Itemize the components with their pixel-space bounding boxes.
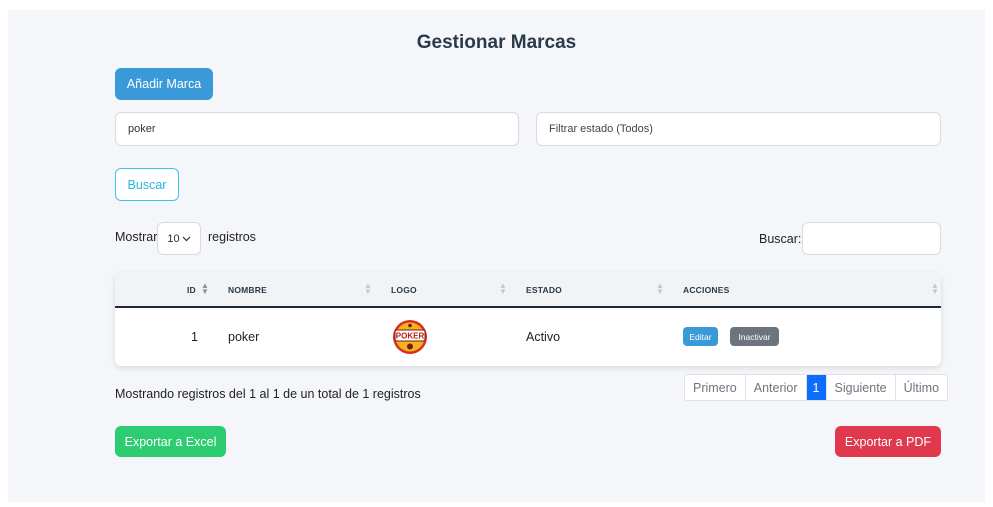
export-excel-button[interactable]: Exportar a Excel — [115, 426, 226, 457]
records-label: registros — [208, 230, 256, 244]
page-title: Gestionar Marcas — [416, 32, 577, 53]
page-length-select[interactable]: 10 — [157, 222, 201, 255]
status-filter-select[interactable]: Filtrar estado (Todos) — [536, 112, 941, 146]
cell-nombre: poker — [228, 330, 260, 344]
cell-estado: Activo — [526, 330, 561, 344]
brands-table: ID ▲ ▼ NOMBRE ▲ ▼ LOGO ▲ ▼ ESTADO ▲ ▼ ACCION… — [115, 272, 941, 366]
poker-logo-text: POKER — [396, 332, 425, 341]
sort-icon: ▲ ▼ — [656, 281, 664, 296]
main-panel: Gestionar Marcas Añadir Marca poker Filt… — [8, 10, 985, 502]
column-header-id[interactable]: ID — [187, 285, 196, 295]
sort-icon: ▲ ▼ — [499, 281, 507, 296]
table-search-label: Buscar: — [759, 232, 802, 246]
sort-asc-icon: ▲ ▼ — [201, 281, 209, 296]
page-length-value: 10 — [167, 232, 180, 245]
search-input[interactable]: poker — [115, 112, 519, 146]
poker-logo: POKER — [393, 320, 427, 354]
column-header-estado[interactable]: ESTADO — [526, 285, 562, 295]
sort-icon: ▲ ▼ — [364, 281, 372, 296]
page-first-button[interactable]: Primero — [685, 375, 746, 400]
edit-button[interactable]: Editar — [683, 327, 718, 346]
table-info: Mostrando registros del 1 al 1 de un tot… — [115, 387, 421, 401]
chevron-down-icon — [182, 236, 191, 241]
page-last-button[interactable]: Último — [896, 375, 947, 400]
show-label: Mostrar — [115, 230, 158, 244]
add-brand-button[interactable]: Añadir Marca — [115, 68, 213, 100]
column-header-logo[interactable]: LOGO — [391, 285, 417, 295]
buscar-button[interactable]: Buscar — [115, 168, 179, 201]
page-current-button[interactable]: 1 — [806, 375, 827, 400]
page-prev-button[interactable]: Anterior — [746, 375, 807, 400]
column-header-nombre[interactable]: NOMBRE — [228, 285, 267, 295]
deactivate-button[interactable]: Inactivar — [730, 327, 779, 346]
table-header: ID ▲ ▼ NOMBRE ▲ ▼ LOGO ▲ ▼ ESTADO ▲ ▼ ACCION… — [115, 272, 941, 308]
sort-icon: ▲ ▼ — [931, 281, 939, 296]
pagination: Primero Anterior 1 Siguiente Último — [684, 374, 949, 401]
column-header-acciones[interactable]: ACCIONES — [683, 285, 729, 295]
table-row: 1 poker POKER Activo Editar Inactivar — [115, 308, 941, 366]
cell-id: 1 — [191, 330, 198, 344]
export-pdf-button[interactable]: Exportar a PDF — [835, 426, 941, 457]
table-search-input[interactable] — [802, 222, 941, 255]
page-next-button[interactable]: Siguiente — [827, 375, 896, 400]
